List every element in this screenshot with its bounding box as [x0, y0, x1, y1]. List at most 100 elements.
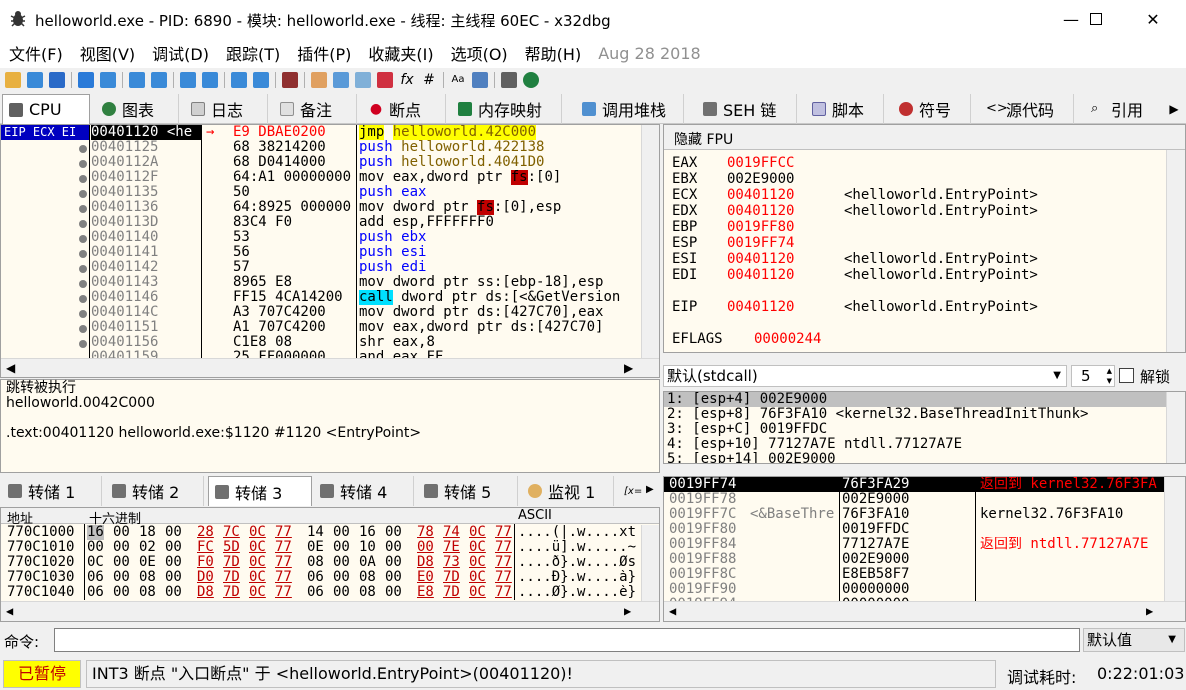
- hex-byte[interactable]: 00: [113, 525, 130, 540]
- tab-references[interactable]: ⌕ 引用: [1085, 94, 1160, 124]
- hex-byte[interactable]: 0C: [249, 555, 266, 570]
- instruction-bytes[interactable]: 68 38214200: [233, 140, 355, 155]
- maximize-button[interactable]: [1073, 0, 1119, 38]
- hex-byte[interactable]: 00: [385, 525, 402, 540]
- instruction[interactable]: jmp helloworld.42C000: [359, 125, 641, 140]
- hex-byte[interactable]: D0: [197, 570, 214, 585]
- disassembly-hscroll[interactable]: ◀ ▶: [1, 358, 659, 377]
- functions-icon[interactable]: fx: [399, 72, 415, 88]
- breakpoint-dot[interactable]: [79, 220, 87, 228]
- scroll-right-icon[interactable]: ▶: [1146, 604, 1153, 618]
- breakpoint-dot[interactable]: [79, 145, 87, 153]
- register-row[interactable]: EAX 0019FFCC: [672, 155, 794, 171]
- breakpoint-dot[interactable]: [79, 295, 87, 303]
- hex-byte[interactable]: 0C: [249, 570, 266, 585]
- hex-byte[interactable]: 0C: [249, 540, 266, 555]
- disassembly-vscroll[interactable]: [641, 125, 659, 358]
- hex-byte[interactable]: 00: [385, 555, 402, 570]
- tab-symbols[interactable]: 符号: [893, 94, 971, 124]
- address[interactable]: 00401151: [91, 320, 201, 335]
- stack-row[interactable]: 0019FF8C E8EB58F7: [664, 567, 1164, 582]
- address[interactable]: 00401141: [91, 245, 201, 260]
- hex-byte[interactable]: 0C: [469, 540, 486, 555]
- hex-byte[interactable]: 08: [139, 585, 156, 600]
- trace-over-icon[interactable]: [202, 72, 218, 88]
- dump-hscroll[interactable]: ◀ ▶: [1, 601, 659, 621]
- address[interactable]: 00401136: [91, 200, 201, 215]
- stack-arg-row[interactable]: 2: [esp+8] 76F3FA10 <kernel32.BaseThread…: [664, 407, 1185, 422]
- address[interactable]: 0040114C: [91, 305, 201, 320]
- instruction[interactable]: shr eax,8: [359, 335, 641, 350]
- menu-plugins[interactable]: 插件(P): [297, 41, 351, 65]
- hex-byte[interactable]: 08: [139, 570, 156, 585]
- hex-byte[interactable]: 0C: [469, 525, 486, 540]
- address[interactable]: 00401125: [91, 140, 201, 155]
- register-row[interactable]: EBP 0019FF80: [672, 219, 794, 235]
- spin-icon[interactable]: ▲ ▼: [1107, 366, 1112, 386]
- hex-byte[interactable]: 77: [275, 525, 292, 540]
- stack-arg-row[interactable]: 1: [esp+4] 002E9000: [664, 392, 1185, 407]
- instruction[interactable]: call dword ptr ds:[<&GetVersion: [359, 290, 641, 305]
- run-icon[interactable]: [78, 72, 94, 88]
- tab-dump-5[interactable]: 转储 5: [418, 476, 518, 506]
- hex-byte[interactable]: 00: [113, 555, 130, 570]
- hex-byte[interactable]: 7D: [223, 555, 240, 570]
- hex-byte[interactable]: 00: [333, 585, 350, 600]
- close-button[interactable]: ✕: [1130, 0, 1176, 38]
- scroll-left-icon[interactable]: ◀: [669, 604, 676, 618]
- breakpoint-dot[interactable]: [79, 250, 87, 258]
- stack-row[interactable]: 0019FF78 002E9000: [664, 492, 1164, 507]
- hex-byte[interactable]: 74: [443, 525, 460, 540]
- open-icon[interactable]: [5, 72, 21, 88]
- disassembly-view[interactable]: EIP ECX EI 00401120 <he 00401125 0040112…: [0, 124, 660, 378]
- tab-scroll-right-icon[interactable]: ▶: [646, 484, 654, 495]
- breakpoint-dot[interactable]: [79, 235, 87, 243]
- hex-byte[interactable]: 0C: [469, 555, 486, 570]
- register-row[interactable]: ESI 00401120 <helloworld.EntryPoint>: [672, 251, 1038, 267]
- hex-byte[interactable]: 00: [333, 555, 350, 570]
- hex-byte[interactable]: 10: [359, 540, 376, 555]
- tab-breakpoints[interactable]: ● 断点: [363, 94, 446, 124]
- run-to-user-code-icon[interactable]: [253, 72, 269, 88]
- hex-byte[interactable]: 00: [417, 540, 434, 555]
- breakpoint-dot[interactable]: [79, 310, 87, 318]
- instruction-bytes[interactable]: 50: [233, 185, 355, 200]
- restart-icon[interactable]: [27, 72, 43, 88]
- step-into-icon[interactable]: [129, 72, 145, 88]
- hex-byte[interactable]: 06: [307, 585, 324, 600]
- hex-byte[interactable]: 00: [165, 525, 182, 540]
- menu-options[interactable]: 选项(O): [451, 41, 508, 65]
- hex-byte[interactable]: 7E: [443, 540, 460, 555]
- instruction[interactable]: push ebx: [359, 230, 641, 245]
- column-header[interactable]: ASCII: [518, 508, 552, 523]
- hex-byte[interactable]: 00: [87, 540, 104, 555]
- instruction[interactable]: push esi: [359, 245, 641, 260]
- instruction-bytes[interactable]: A3 707C4200: [233, 305, 355, 320]
- instruction-bytes[interactable]: 57: [233, 260, 355, 275]
- hex-byte[interactable]: 77: [275, 570, 292, 585]
- instruction[interactable]: push helloworld.4041D0: [359, 155, 641, 170]
- command-mode-select[interactable]: 默认值 ▼: [1083, 628, 1185, 652]
- instruction-bytes[interactable]: 64:A1 00000000: [233, 170, 355, 185]
- instruction-bytes[interactable]: 64:8925 000000: [233, 200, 355, 215]
- address[interactable]: 00401146: [91, 290, 201, 305]
- register-row[interactable]: EDI 00401120 <helloworld.EntryPoint>: [672, 267, 1038, 283]
- hex-byte[interactable]: 77: [495, 585, 512, 600]
- hex-byte[interactable]: 00: [165, 540, 182, 555]
- stack-row[interactable]: 0019FF84 77127A7E 返回到 ntdll.77127A7E: [664, 537, 1164, 552]
- instruction[interactable]: push edi: [359, 260, 641, 275]
- command-input[interactable]: [54, 628, 1080, 652]
- instruction-bytes[interactable]: FF15 4CA14200: [233, 290, 355, 305]
- instruction[interactable]: mov dword ptr ss:[ebp-18],esp: [359, 275, 641, 290]
- tab-cpu[interactable]: CPU: [2, 94, 90, 124]
- stack-row[interactable]: 0019FF74 76F3FA29 返回到 kernel32.76F3FA: [664, 477, 1164, 492]
- hex-byte[interactable]: 0A: [359, 555, 376, 570]
- breakpoint-dot[interactable]: [79, 325, 87, 333]
- arg-count-stepper[interactable]: 5 ▲ ▼: [1071, 365, 1115, 387]
- globe-icon[interactable]: [523, 72, 539, 88]
- breakpoint-dot[interactable]: [79, 280, 87, 288]
- breakpoint-dot[interactable]: [79, 160, 87, 168]
- unlock-checkbox[interactable]: [1119, 368, 1134, 383]
- hex-byte[interactable]: 78: [417, 525, 434, 540]
- scroll-right-icon[interactable]: ▶: [624, 604, 631, 618]
